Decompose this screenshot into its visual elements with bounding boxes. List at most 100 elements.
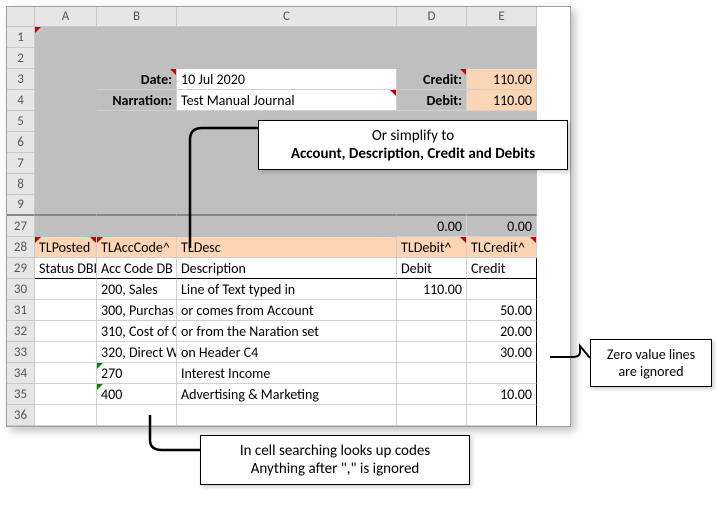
cell[interactable] [97, 48, 177, 69]
table-row: 34 270Interest Income [7, 363, 570, 384]
row-header[interactable]: 6 [7, 132, 35, 153]
callout-simplify: Or simplify to Account, Description, Cre… [258, 120, 568, 170]
hdr-credit[interactable]: Credit [467, 258, 537, 279]
row-header[interactable]: 4 [7, 90, 35, 111]
row-header[interactable]: 2 [7, 48, 35, 69]
cell[interactable]: 30.00 [467, 342, 537, 363]
cell[interactable] [467, 27, 537, 48]
debit-value[interactable]: 110.00 [467, 90, 537, 111]
table-row: 32 310, Cost of Gor from the Naration set… [7, 321, 570, 342]
cell[interactable] [397, 405, 467, 426]
cell[interactable]: Interest Income [177, 363, 397, 384]
cell[interactable]: 50.00 [467, 300, 537, 321]
cell[interactable]: 300, Purchas [97, 300, 177, 321]
cell[interactable] [397, 363, 467, 384]
row-header[interactable]: 1 [7, 27, 35, 48]
cell[interactable] [35, 300, 97, 321]
cell[interactable] [177, 48, 397, 69]
cell[interactable] [177, 405, 397, 426]
row-header[interactable]: 5 [7, 111, 35, 132]
cell[interactable] [35, 27, 97, 48]
cell[interactable] [397, 384, 467, 405]
cell[interactable] [35, 90, 97, 111]
row-header[interactable]: 35 [7, 384, 35, 405]
cell[interactable] [467, 48, 537, 69]
row-header[interactable]: 31 [7, 300, 35, 321]
cell[interactable]: 110.00 [397, 279, 467, 300]
cell[interactable] [35, 69, 97, 90]
tag-acccode[interactable]: TLAccCode^ [97, 237, 177, 258]
narration-value[interactable]: Test Manual Journal [177, 90, 397, 111]
cell[interactable]: 310, Cost of G [97, 321, 177, 342]
table-row: 31 300, Purchasor comes from Account 50.00 [7, 300, 570, 321]
cell[interactable] [467, 405, 537, 426]
date-label[interactable]: Date: [97, 69, 177, 90]
cell[interactable] [35, 321, 97, 342]
col-header-B[interactable]: B [97, 7, 177, 27]
row-header[interactable]: 30 [7, 279, 35, 300]
cell[interactable]: Advertising & Marketing [177, 384, 397, 405]
cell[interactable]: or comes from Account [177, 300, 397, 321]
cell[interactable] [397, 27, 467, 48]
row-header[interactable]: 8 [7, 174, 35, 195]
cell[interactable]: 270 [97, 363, 177, 384]
col-header-E[interactable]: E [467, 7, 537, 27]
narration-label[interactable]: Narration: [97, 90, 177, 111]
hdr-acccode[interactable]: Acc Code DB [97, 258, 177, 279]
col-header-C[interactable]: C [177, 7, 397, 27]
cell[interactable] [35, 342, 97, 363]
hdr-status[interactable]: Status DBI [35, 258, 97, 279]
tag-posted[interactable]: TLPosted [35, 237, 97, 258]
cell[interactable]: 10.00 [467, 384, 537, 405]
row-header[interactable]: 7 [7, 153, 35, 174]
cell[interactable]: on Header C4 [177, 342, 397, 363]
table-row: 36 [7, 405, 570, 426]
cell[interactable] [397, 342, 467, 363]
hdr-desc[interactable]: Description [177, 258, 397, 279]
debit-label[interactable]: Debit: [397, 90, 467, 111]
tag-credit[interactable]: TLCredit^ [467, 237, 537, 258]
cell[interactable] [35, 279, 97, 300]
cell[interactable] [97, 27, 177, 48]
cell[interactable]: 400 [97, 384, 177, 405]
row-header[interactable]: 27 [7, 216, 35, 237]
row-header[interactable]: 28 [7, 237, 35, 258]
tag-debit[interactable]: TLDebit^ [397, 237, 467, 258]
hdr-debit[interactable]: Debit [397, 258, 467, 279]
cell[interactable] [35, 405, 97, 426]
row-header[interactable]: 9 [7, 195, 35, 216]
col-header-A[interactable]: A [35, 7, 97, 27]
cell[interactable] [35, 363, 97, 384]
cell[interactable] [467, 363, 537, 384]
date-value[interactable]: 10 Jul 2020 [177, 69, 397, 90]
cell[interactable] [35, 384, 97, 405]
sum-debit[interactable]: 0.00 [397, 216, 467, 237]
col-header-D[interactable]: D [397, 7, 467, 27]
cell[interactable]: 320, Direct W [97, 342, 177, 363]
cell[interactable] [177, 27, 397, 48]
credit-label[interactable]: Credit: [397, 69, 467, 90]
cell[interactable] [97, 405, 177, 426]
cell[interactable]: Line of Text typed in [177, 279, 397, 300]
sum-credit[interactable]: 0.00 [467, 216, 537, 237]
table-row: 35 400Advertising & Marketing 10.00 [7, 384, 570, 405]
row-header[interactable]: 32 [7, 321, 35, 342]
cell[interactable]: 200, Sales [97, 279, 177, 300]
callout-searching: In cell searching looks up codes Anythin… [200, 435, 470, 485]
cell[interactable]: 20.00 [467, 321, 537, 342]
cell[interactable] [397, 300, 467, 321]
cell[interactable] [397, 321, 467, 342]
table-row: 33 320, Direct Won Header C4 30.00 [7, 342, 570, 363]
row-header[interactable]: 36 [7, 405, 35, 426]
row-header[interactable]: 29 [7, 258, 35, 279]
row-header[interactable]: 3 [7, 69, 35, 90]
cell[interactable] [35, 48, 97, 69]
credit-value[interactable]: 110.00 [467, 69, 537, 90]
row-header[interactable]: 33 [7, 342, 35, 363]
row-header[interactable]: 34 [7, 363, 35, 384]
cell[interactable] [467, 279, 537, 300]
cell[interactable] [397, 48, 467, 69]
table-row: 30 200, SalesLine of Text typed in110.00 [7, 279, 570, 300]
tag-desc[interactable]: TLDesc [177, 237, 397, 258]
cell[interactable]: or from the Naration set [177, 321, 397, 342]
